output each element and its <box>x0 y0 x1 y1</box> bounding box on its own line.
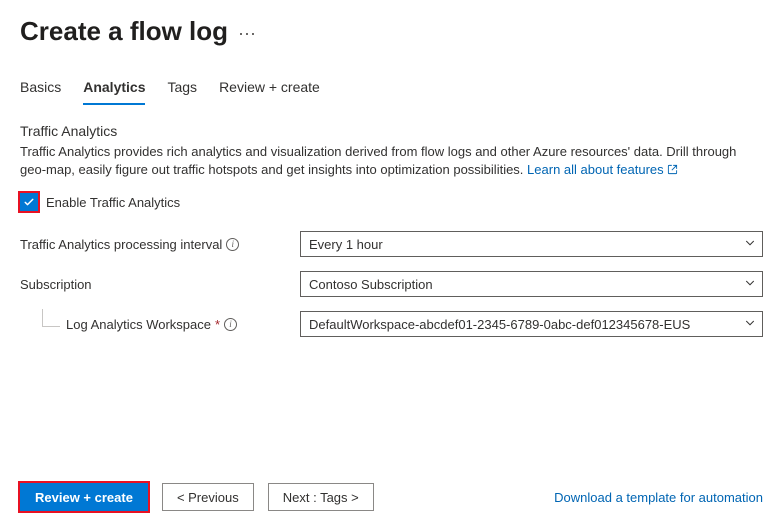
learn-more-label: Learn all about features <box>527 162 664 177</box>
tab-review-create[interactable]: Review + create <box>219 75 320 105</box>
workspace-value: DefaultWorkspace-abcdef01-2345-6789-0abc… <box>309 317 690 332</box>
processing-interval-select[interactable]: Every 1 hour <box>300 231 763 257</box>
enable-traffic-analytics-label: Enable Traffic Analytics <box>46 195 180 210</box>
info-icon[interactable]: i <box>224 318 237 331</box>
chevron-down-icon <box>744 277 756 292</box>
previous-button[interactable]: < Previous <box>162 483 254 511</box>
workspace-select[interactable]: DefaultWorkspace-abcdef01-2345-6789-0abc… <box>300 311 763 337</box>
more-actions-icon[interactable]: ⋯ <box>238 18 257 45</box>
download-template-link[interactable]: Download a template for automation <box>554 490 763 505</box>
review-create-button[interactable]: Review + create <box>20 483 148 511</box>
wizard-footer: Review + create < Previous Next : Tags >… <box>20 483 763 511</box>
next-button[interactable]: Next : Tags > <box>268 483 374 511</box>
subscription-label: Subscription <box>20 277 92 292</box>
subscription-select[interactable]: Contoso Subscription <box>300 271 763 297</box>
tab-bar: Basics Analytics Tags Review + create <box>20 75 763 105</box>
subscription-value: Contoso Subscription <box>309 277 433 292</box>
processing-interval-label: Traffic Analytics processing interval <box>20 237 222 252</box>
traffic-analytics-heading: Traffic Analytics <box>20 123 763 139</box>
learn-more-link[interactable]: Learn all about features <box>527 162 678 177</box>
chevron-down-icon <box>744 317 756 332</box>
workspace-label: Log Analytics Workspace <box>66 317 211 332</box>
required-indicator: * <box>215 317 220 332</box>
info-icon[interactable]: i <box>226 238 239 251</box>
tab-analytics[interactable]: Analytics <box>83 75 145 105</box>
page-title: Create a flow log <box>20 16 228 47</box>
tab-tags[interactable]: Tags <box>167 75 197 105</box>
tab-basics[interactable]: Basics <box>20 75 61 105</box>
chevron-down-icon <box>744 237 756 252</box>
external-link-icon <box>667 162 678 177</box>
tree-connector-icon <box>42 309 60 327</box>
traffic-analytics-description: Traffic Analytics provides rich analytic… <box>20 143 763 179</box>
processing-interval-value: Every 1 hour <box>309 237 383 252</box>
enable-traffic-analytics-checkbox[interactable] <box>20 193 38 211</box>
